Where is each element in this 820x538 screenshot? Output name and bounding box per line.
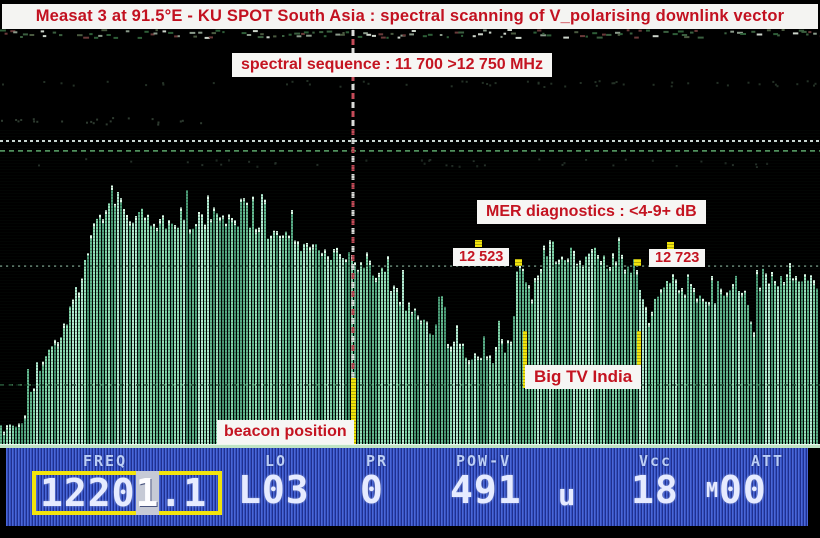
frequency-input[interactable]: 12201.1 (32, 471, 222, 515)
status-bar: FREQ LO PR POW-V Vcc ATT 12201.1 L03 0 4… (6, 448, 808, 526)
vcc-value: 18 (631, 468, 679, 512)
beacon-position-label: beacon position (217, 420, 354, 444)
mer-diagnostics-label: MER diagnostics : <4-9+ dB (477, 200, 706, 224)
att-digits: 00 (719, 468, 767, 512)
pow-v-unit: u (558, 478, 575, 512)
marker-label-12523: 12 523 (453, 248, 509, 266)
freq-cursor-digit: 1 (136, 471, 160, 515)
freq-value-head: 1220 (40, 471, 136, 515)
freq-label: FREQ (83, 452, 127, 470)
title-bar: Measat 3 at 91.5°E - KU SPOT South Asia … (2, 4, 818, 29)
att-value: M00 (706, 468, 767, 512)
marker-label-12723: 12 723 (649, 249, 705, 267)
spectral-sequence-label: spectral sequence : 11 700 >12 750 MHz (232, 53, 552, 77)
lo-value: L03 (238, 468, 310, 512)
pr-value: 0 (360, 468, 384, 512)
spectrum-analyzer-screen: Measat 3 at 91.5°E - KU SPOT South Asia … (0, 0, 820, 538)
big-tv-india-label: Big TV India (525, 365, 641, 389)
pow-v-value: 491 (450, 468, 522, 512)
freq-value-tail: .1 (159, 471, 207, 515)
att-prefix: M (706, 478, 719, 502)
